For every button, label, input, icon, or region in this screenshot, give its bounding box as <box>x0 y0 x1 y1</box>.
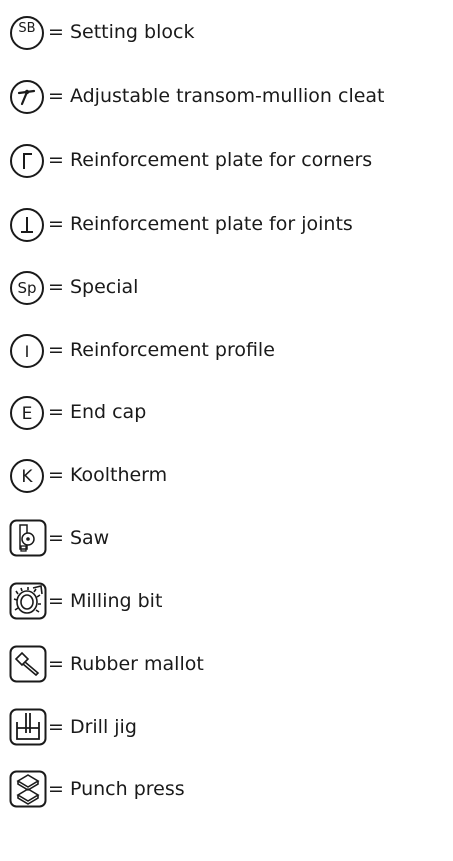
corner-plate-icon <box>9 143 45 179</box>
legend-label: = Special <box>48 276 139 298</box>
joint-plate-icon <box>9 207 45 243</box>
profile-symbol: I <box>25 342 30 361</box>
drill-jig-icon <box>9 708 47 746</box>
saw-icon <box>9 519 47 557</box>
legend-label: = Reinforcement profile <box>48 339 275 361</box>
legend-label: = Milling bit <box>48 590 163 612</box>
end-cap-icon: E <box>9 395 45 431</box>
setting-block-symbol: SB <box>18 21 35 36</box>
setting-block-icon: SB <box>9 15 45 51</box>
reinforcement-profile-icon: I <box>9 333 45 369</box>
punch-press-icon <box>9 770 47 808</box>
special-symbol: Sp <box>17 279 36 297</box>
legend-label: = Setting block <box>48 21 195 43</box>
milling-bit-icon <box>9 582 47 620</box>
legend-label: = Punch press <box>48 778 185 800</box>
legend-label: = Adjustable transom-mullion cleat <box>48 85 385 107</box>
end-cap-symbol: E <box>22 404 33 424</box>
cleat-icon <box>9 79 45 115</box>
legend-label: = Drill jig <box>48 716 137 738</box>
legend-label: = Saw <box>48 527 110 549</box>
kooltherm-icon: K <box>9 458 45 494</box>
legend-label: = End cap <box>48 401 147 423</box>
special-icon: Sp <box>9 270 45 306</box>
legend-label: = Reinforcement plate for joints <box>48 213 353 235</box>
kooltherm-symbol: K <box>21 467 33 487</box>
rubber-mallot-icon <box>9 645 47 683</box>
legend-label: = Reinforcement plate for corners <box>48 149 373 171</box>
legend-label: = Kooltherm <box>48 464 168 486</box>
legend-label: = Rubber mallot <box>48 653 204 675</box>
